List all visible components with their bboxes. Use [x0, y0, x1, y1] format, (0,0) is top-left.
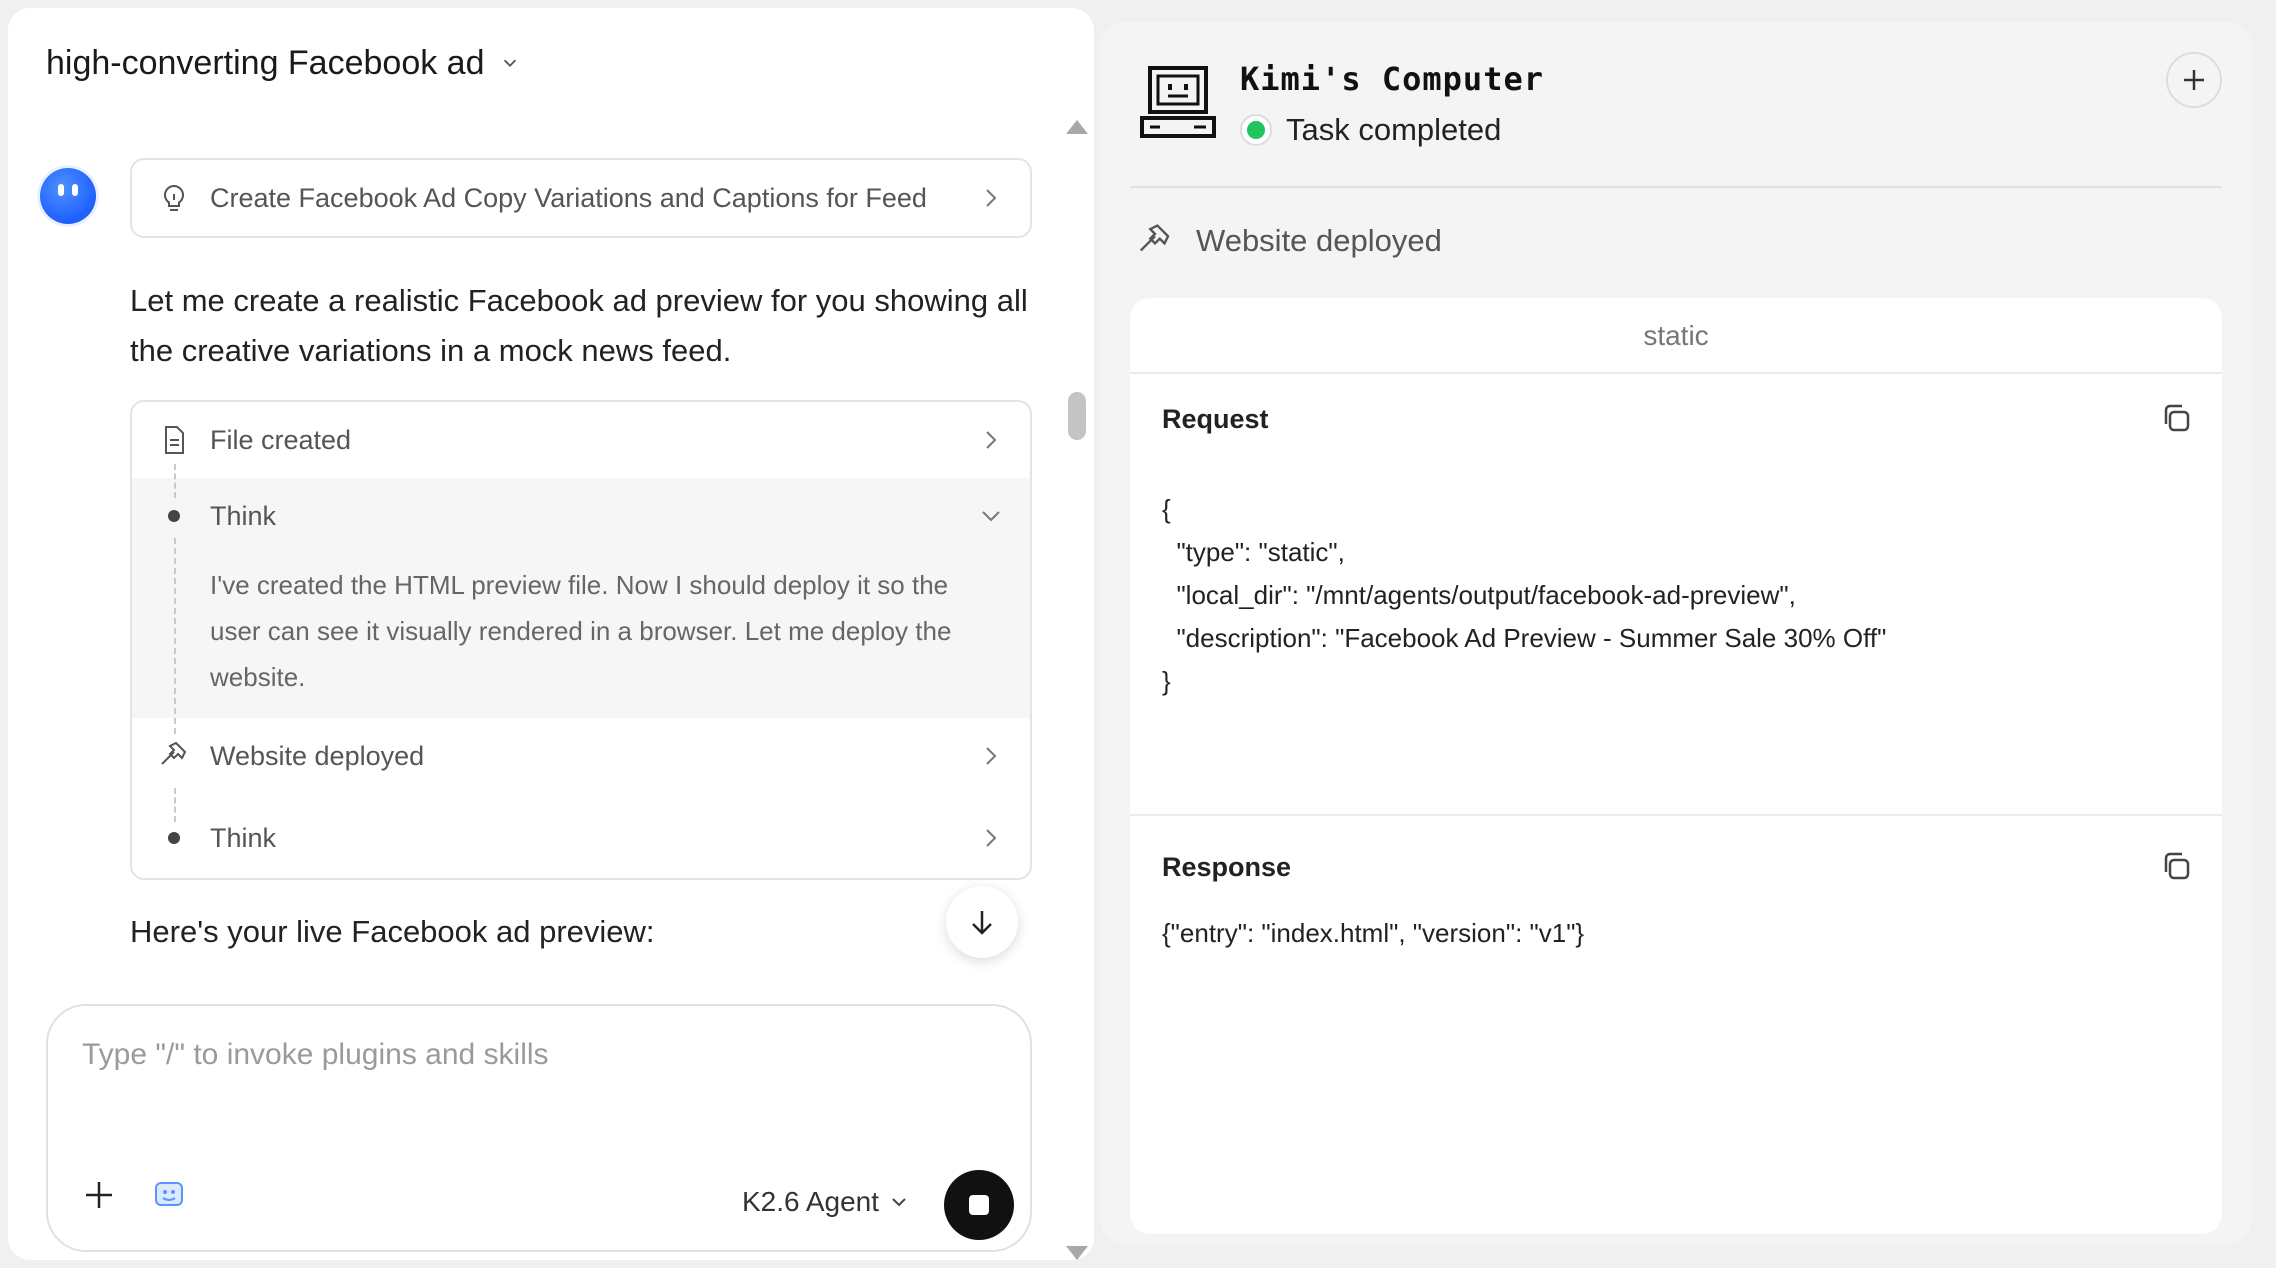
- step-label: File created: [210, 424, 352, 455]
- plan-card[interactable]: Create Facebook Ad Copy Variations and C…: [130, 158, 1032, 238]
- hammer-icon: [1139, 224, 1170, 252]
- stop-icon: [969, 1195, 989, 1215]
- chevron-down-icon: [503, 59, 516, 67]
- scroll-up-arrow[interactable]: [1066, 120, 1088, 134]
- app-frame: high-converting Facebook ad Create Faceb…: [0, 0, 2276, 1268]
- agent-mode-icon[interactable]: [152, 1178, 186, 1212]
- computer-panel: Kimi's Computer Task completed Website d…: [1100, 22, 2252, 1244]
- chevron-down-icon: [892, 1198, 906, 1207]
- status-text: Task completed: [1286, 112, 1502, 147]
- composer-input[interactable]: Type "/" to invoke plugins and skills: [82, 1038, 549, 1072]
- steps-panel: File created Think I've created the HTML…: [130, 400, 1032, 880]
- conversation-title-menu[interactable]: high-converting Facebook ad: [46, 38, 519, 88]
- status-dot-icon: [1240, 114, 1272, 146]
- task-status: Task completed: [1240, 112, 1501, 148]
- assistant-message: Let me create a realistic Facebook ad pr…: [130, 283, 1028, 368]
- scrollbar-thumb[interactable]: [1068, 392, 1086, 440]
- scroll-down-arrow[interactable]: [1066, 1246, 1088, 1260]
- step-label: Website deployed: [210, 740, 425, 771]
- computer-title: Kimi's Computer: [1240, 60, 1544, 98]
- chevron-right-icon: [986, 747, 997, 765]
- copy-icon[interactable]: [2160, 850, 2192, 882]
- step-label: Think: [210, 500, 277, 531]
- computer-icon: [1140, 66, 1216, 138]
- request-body: { "type": "static", "local_dir": "/mnt/a…: [1162, 494, 1887, 696]
- response-body: {"entry": "index.html", "version": "v1"}: [1162, 918, 1585, 948]
- followup-message: Here's your live Facebook ad preview:: [130, 914, 655, 949]
- chevron-down-icon: [982, 511, 1000, 522]
- timeline-connector: [174, 538, 176, 734]
- copy-icon[interactable]: [2160, 402, 2192, 434]
- tool-call-card: static Request { "type": "static", "loca…: [1130, 298, 2222, 1234]
- chevron-right-icon: [986, 189, 997, 207]
- scroll-to-bottom-button[interactable]: [946, 886, 1018, 958]
- new-computer-button[interactable]: [2166, 52, 2222, 108]
- stop-button[interactable]: [944, 1170, 1014, 1240]
- action-label: Website deployed: [1196, 223, 1442, 258]
- step-think-expanded[interactable]: Think: [132, 478, 1030, 554]
- divider: [1130, 186, 2222, 188]
- assistant-avatar: [40, 168, 96, 224]
- chevron-right-icon: [986, 431, 997, 449]
- request-title: Request: [1162, 404, 1269, 434]
- think-text: I've created the HTML preview file. Now …: [210, 570, 952, 692]
- bullet-dot: [168, 510, 180, 522]
- response-title: Response: [1162, 852, 1292, 882]
- tool-tab: static: [1130, 298, 2222, 374]
- model-selector[interactable]: K2.6 Agent: [742, 1186, 909, 1218]
- action-header: Website deployed: [1136, 222, 1442, 260]
- plus-icon[interactable]: [82, 1178, 116, 1212]
- chat-panel: high-converting Facebook ad Create Faceb…: [8, 8, 1094, 1260]
- plus-icon: [2184, 70, 2204, 90]
- file-icon: [165, 426, 184, 454]
- step-think[interactable]: Think: [132, 800, 1030, 876]
- chevron-right-icon: [986, 829, 997, 847]
- plan-label: Create Facebook Ad Copy Variations and C…: [210, 182, 927, 213]
- model-label: K2.6 Agent: [742, 1186, 880, 1217]
- arrow-down-icon: [972, 911, 992, 935]
- step-website-deployed[interactable]: Website deployed: [132, 718, 1030, 794]
- composer[interactable]: Type "/" to invoke plugins and skills K2…: [46, 1004, 1032, 1252]
- divider: [1130, 814, 2222, 816]
- lightbulb-icon: [163, 184, 185, 211]
- step-file-created[interactable]: File created: [132, 402, 1030, 478]
- step-label: Think: [210, 822, 277, 853]
- conversation-title: high-converting Facebook ad: [46, 43, 485, 82]
- hammer-icon: [161, 741, 187, 765]
- bullet-dot: [168, 832, 180, 844]
